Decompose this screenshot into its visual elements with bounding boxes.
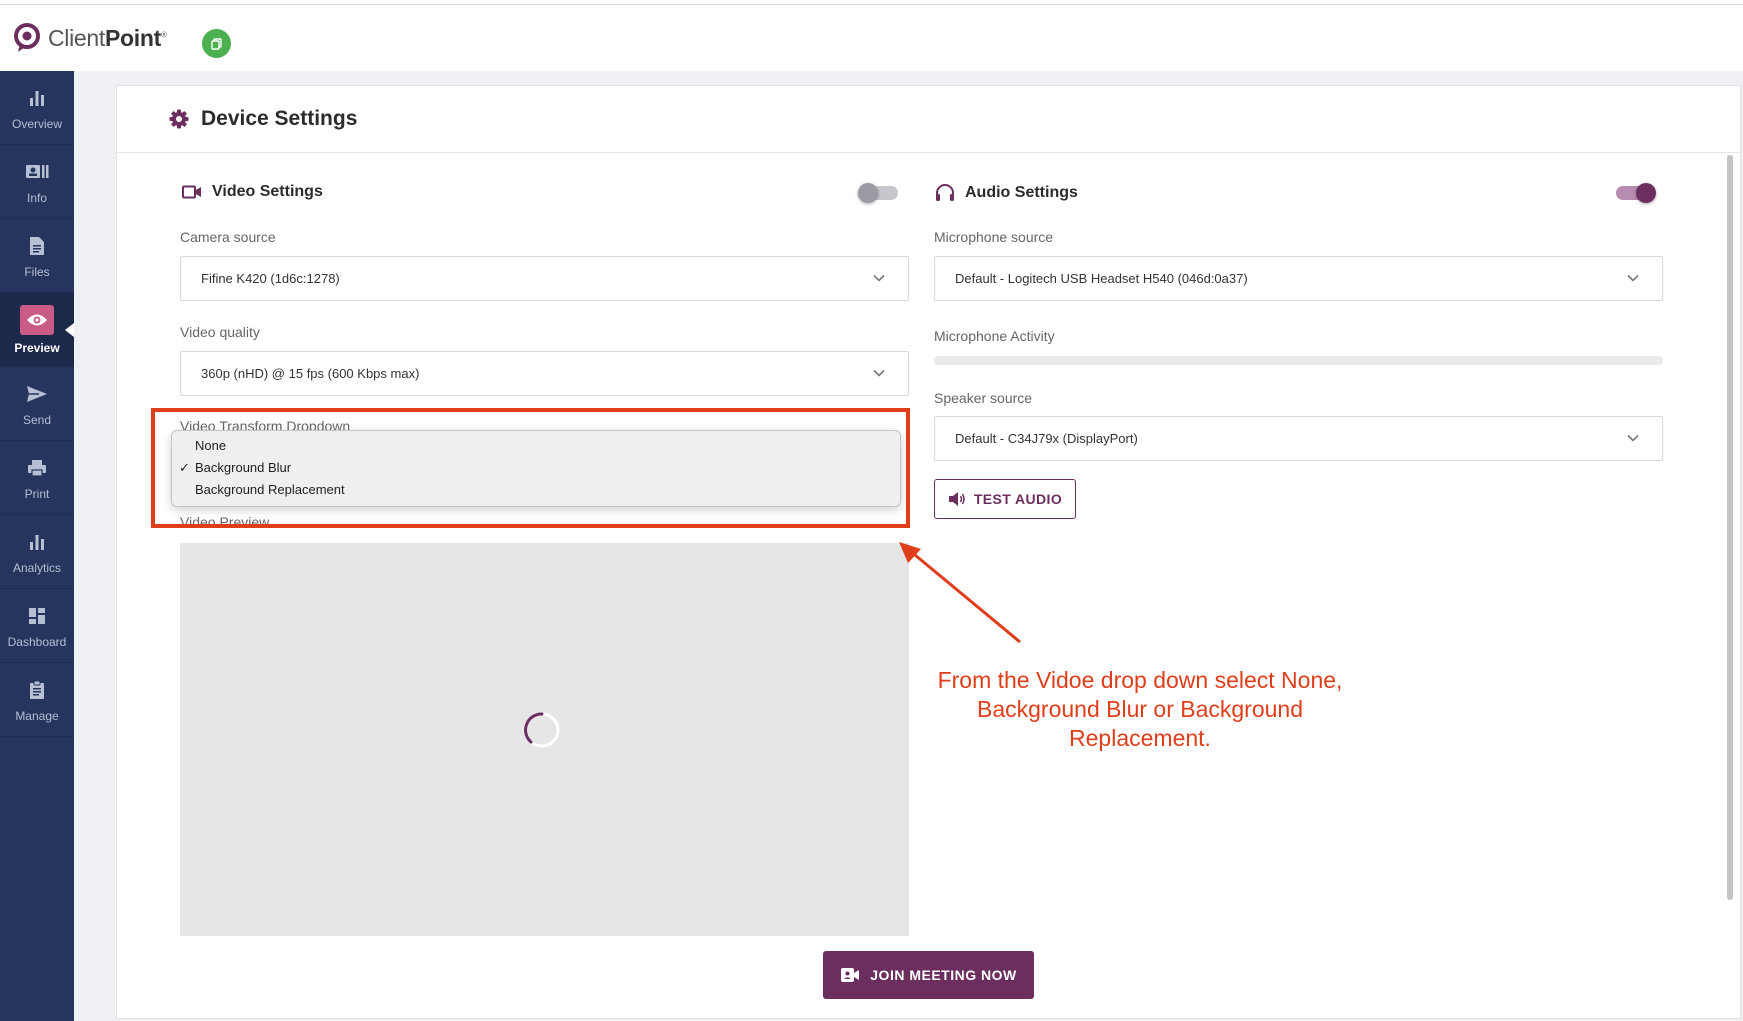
sidebar-item-label: Print	[24, 486, 50, 501]
video-quality-label: Video quality	[180, 324, 260, 340]
video-call-icon	[841, 968, 860, 982]
copy-button[interactable]	[202, 29, 231, 58]
video-preview	[180, 543, 909, 936]
microphone-source-select[interactable]: Default - Logitech USB Headset H540 (046…	[934, 256, 1663, 301]
headphones-icon	[936, 184, 954, 201]
speaker-source-select[interactable]: Default - C34J79x (DisplayPort)	[934, 416, 1663, 461]
camera-source-label: Camera source	[180, 229, 276, 245]
scrollbar[interactable]	[1727, 155, 1733, 900]
camera-source-value: Fifine K420 (1d6c:1278)	[201, 271, 340, 286]
clipboard-icon	[29, 677, 45, 703]
audio-settings-title: Audio Settings	[935, 183, 1078, 203]
annotation-arrow	[899, 542, 1021, 644]
copy-icon	[210, 37, 222, 50]
clientpoint-logo[interactable]: ClientPoint®	[12, 23, 167, 53]
bar-chart-icon	[28, 85, 46, 111]
microphone-source-value: Default - Logitech USB Headset H540 (046…	[955, 271, 1248, 286]
sidebar-item-overview[interactable]: Overview	[0, 71, 74, 145]
sidebar-item-label: Manage	[15, 708, 59, 723]
sidebar-item-files[interactable]: Files	[0, 219, 74, 293]
dashboard-icon	[28, 603, 46, 629]
video-settings-title: Video Settings	[182, 183, 323, 201]
file-icon	[29, 233, 45, 259]
speaker-source-value: Default - C34J79x (DisplayPort)	[955, 431, 1138, 446]
speaker-icon	[948, 492, 965, 506]
sidebar-item-label: Dashboard	[7, 634, 67, 649]
sidebar-item-preview[interactable]: Preview	[0, 293, 74, 367]
sidebar-item-info[interactable]: Info	[0, 145, 74, 219]
send-icon	[26, 381, 48, 407]
video-quality-select[interactable]: 360p (nHD) @ 15 fps (600 Kbps max)	[180, 351, 909, 396]
microphone-activity-label: Microphone Activity	[934, 328, 1055, 344]
camera-source-select[interactable]: Fifine K420 (1d6c:1278)	[180, 256, 909, 301]
speaker-source-label: Speaker source	[934, 390, 1033, 406]
sidebar-item-label: Info	[26, 190, 47, 205]
video-settings-toggle[interactable]	[858, 183, 898, 203]
annotation-text: From the Vidoe drop down select None, Ba…	[937, 667, 1343, 751]
microphone-activity-bar	[934, 356, 1663, 365]
sidebar-item-print[interactable]: Print	[0, 441, 74, 515]
chevron-down-icon	[873, 369, 885, 377]
sidebar-item-dashboard[interactable]: Dashboard	[0, 589, 74, 663]
sidebar-item-send[interactable]: Send	[0, 367, 74, 441]
sidebar: Overview Info Files Preview Send Print A…	[0, 71, 74, 1021]
annotation-highlight-box	[151, 408, 910, 528]
chevron-down-icon	[1627, 434, 1639, 442]
toggle-knob	[858, 183, 878, 203]
clientpoint-logo-icon	[14, 23, 40, 52]
audio-settings-toggle[interactable]	[1616, 183, 1656, 203]
sidebar-item-label: Preview	[14, 340, 60, 355]
top-bar: ClientPoint®	[0, 5, 1743, 71]
video-quality-value: 360p (nHD) @ 15 fps (600 Kbps max)	[201, 366, 420, 381]
toggle-knob	[1636, 183, 1656, 203]
eye-icon	[20, 304, 54, 335]
sidebar-item-label: Files	[24, 264, 50, 279]
sidebar-item-label: Overview	[11, 116, 62, 131]
video-camera-icon	[182, 185, 201, 199]
join-meeting-button[interactable]: JOIN MEETING NOW	[823, 951, 1034, 999]
chevron-down-icon	[1627, 274, 1639, 282]
id-card-icon	[25, 159, 49, 185]
gear-icon	[169, 109, 189, 129]
sidebar-item-analytics[interactable]: Analytics	[0, 515, 74, 589]
page-title: Device Settings	[201, 107, 358, 130]
test-audio-button[interactable]: TEST AUDIO	[934, 479, 1076, 519]
printer-icon	[27, 455, 47, 481]
microphone-source-label: Microphone source	[934, 229, 1054, 245]
brand-name: ClientPoint®	[48, 24, 167, 51]
sidebar-item-label: Analytics	[12, 560, 62, 575]
loading-spinner-icon	[524, 712, 560, 748]
bar-chart-icon	[28, 529, 46, 555]
sidebar-item-manage[interactable]: Manage	[0, 663, 74, 737]
card-header: Device Settings	[117, 86, 1740, 153]
chevron-down-icon	[873, 274, 885, 282]
sidebar-item-label: Send	[22, 412, 52, 427]
